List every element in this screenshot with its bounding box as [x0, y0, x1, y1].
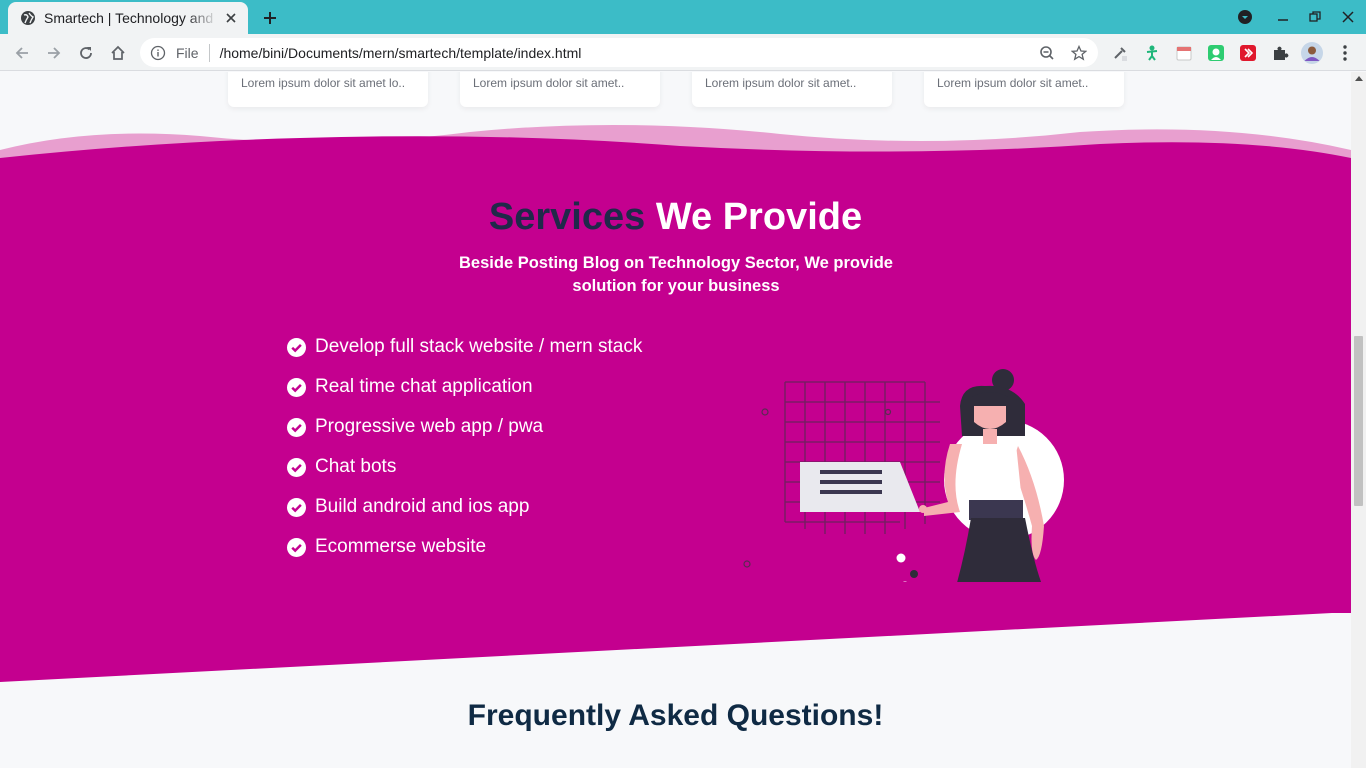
service-item: Real time chat application [287, 367, 642, 407]
extensions-puzzle-icon[interactable] [1266, 39, 1294, 67]
restore-icon[interactable] [1304, 6, 1326, 28]
minimize-icon[interactable] [1272, 6, 1294, 28]
faq-heading: Frequently Asked Questions! [467, 699, 884, 732]
services-heading-rest: We Provide [645, 196, 863, 238]
service-item-text: Develop full stack website / mern stack [315, 336, 643, 357]
page-viewport: Lorem ipsum dolor sit amet lo.. Lorem ip… [0, 72, 1351, 768]
browser-toolbar: File /home/bini/Documents/mern/smartech/… [0, 34, 1366, 71]
feature-card[interactable]: Lorem ipsum dolor sit amet.. [460, 72, 660, 107]
menu-kebab-icon[interactable] [1331, 39, 1359, 67]
home-icon[interactable] [104, 39, 132, 67]
service-item: Develop full stack website / mern stack [287, 327, 642, 367]
zoom-icon[interactable] [1038, 44, 1056, 62]
service-item: Chat bots [287, 447, 642, 487]
bookmark-star-icon[interactable] [1070, 44, 1088, 62]
service-item-text: Build android and ios app [315, 496, 530, 517]
green-extension-icon[interactable] [1202, 39, 1230, 67]
forward-arrow-icon[interactable] [40, 39, 68, 67]
service-item-text: Ecommerse website [315, 536, 487, 557]
check-circle-icon [287, 457, 306, 477]
url-separator [208, 43, 210, 62]
scrollbar-thumb[interactable] [1354, 336, 1363, 506]
feature-card-text: Lorem ipsum dolor sit amet.. [705, 76, 857, 90]
feature-card[interactable]: Lorem ipsum dolor sit amet.. [924, 72, 1124, 107]
service-item: Build android and ios app [287, 487, 642, 527]
tab-search-icon[interactable] [1234, 6, 1256, 28]
check-circle-icon [287, 417, 306, 437]
eyedropper-extension-icon[interactable] [1106, 39, 1134, 67]
services-illustration [743, 369, 1064, 582]
check-circle-icon [287, 497, 306, 517]
url-scheme-label: File [176, 44, 199, 61]
new-tab-plus-icon[interactable] [258, 6, 282, 30]
scroll-up-arrow-icon[interactable] [1355, 76, 1363, 81]
service-item-text: Real time chat application [315, 376, 533, 397]
figure-extension-icon[interactable] [1138, 39, 1166, 67]
url-text[interactable]: /home/bini/Documents/mern/smartech/templ… [220, 45, 582, 61]
tab-title: Smartech | Technology and Blog [44, 10, 218, 26]
feature-card-text: Lorem ipsum dolor sit amet.. [937, 76, 1089, 90]
service-item: Progressive web app / pwa [287, 407, 642, 447]
services-heading-accent: Services [488, 196, 646, 238]
close-icon[interactable] [222, 9, 240, 27]
globe-icon [20, 10, 36, 26]
reload-icon[interactable] [72, 39, 100, 67]
services-heading: Services We Provide [0, 196, 1351, 239]
browser-tab-active[interactable]: Smartech | Technology and Blog [8, 2, 248, 34]
profile-avatar-icon[interactable] [1298, 39, 1326, 67]
info-icon[interactable] [150, 45, 166, 61]
services-list: Develop full stack website / mern stack … [287, 327, 642, 567]
services-section-background [0, 124, 1351, 682]
service-item-text: Chat bots [315, 456, 397, 477]
page-scrollbar[interactable] [1351, 72, 1366, 768]
check-circle-icon [287, 377, 306, 397]
feature-card[interactable]: Lorem ipsum dolor sit amet.. [692, 72, 892, 107]
back-arrow-icon[interactable] [8, 39, 36, 67]
feature-card[interactable]: Lorem ipsum dolor sit amet lo.. [228, 72, 428, 107]
close-window-icon[interactable] [1337, 6, 1359, 28]
service-item: Ecommerse website [287, 527, 642, 567]
address-bar[interactable]: File /home/bini/Documents/mern/smartech/… [140, 38, 1098, 67]
red-extension-icon[interactable] [1234, 39, 1262, 67]
services-subtitle: Beside Posting Blog on Technology Sector… [459, 254, 893, 295]
check-circle-icon [287, 337, 306, 357]
calendar-extension-icon[interactable] [1170, 39, 1198, 67]
service-item-text: Progressive web app / pwa [315, 416, 544, 437]
tab-strip: Smartech | Technology and Blog [0, 0, 1366, 34]
check-circle-icon [287, 537, 306, 557]
feature-card-text: Lorem ipsum dolor sit amet lo.. [241, 76, 406, 90]
feature-card-text: Lorem ipsum dolor sit amet.. [473, 76, 625, 90]
